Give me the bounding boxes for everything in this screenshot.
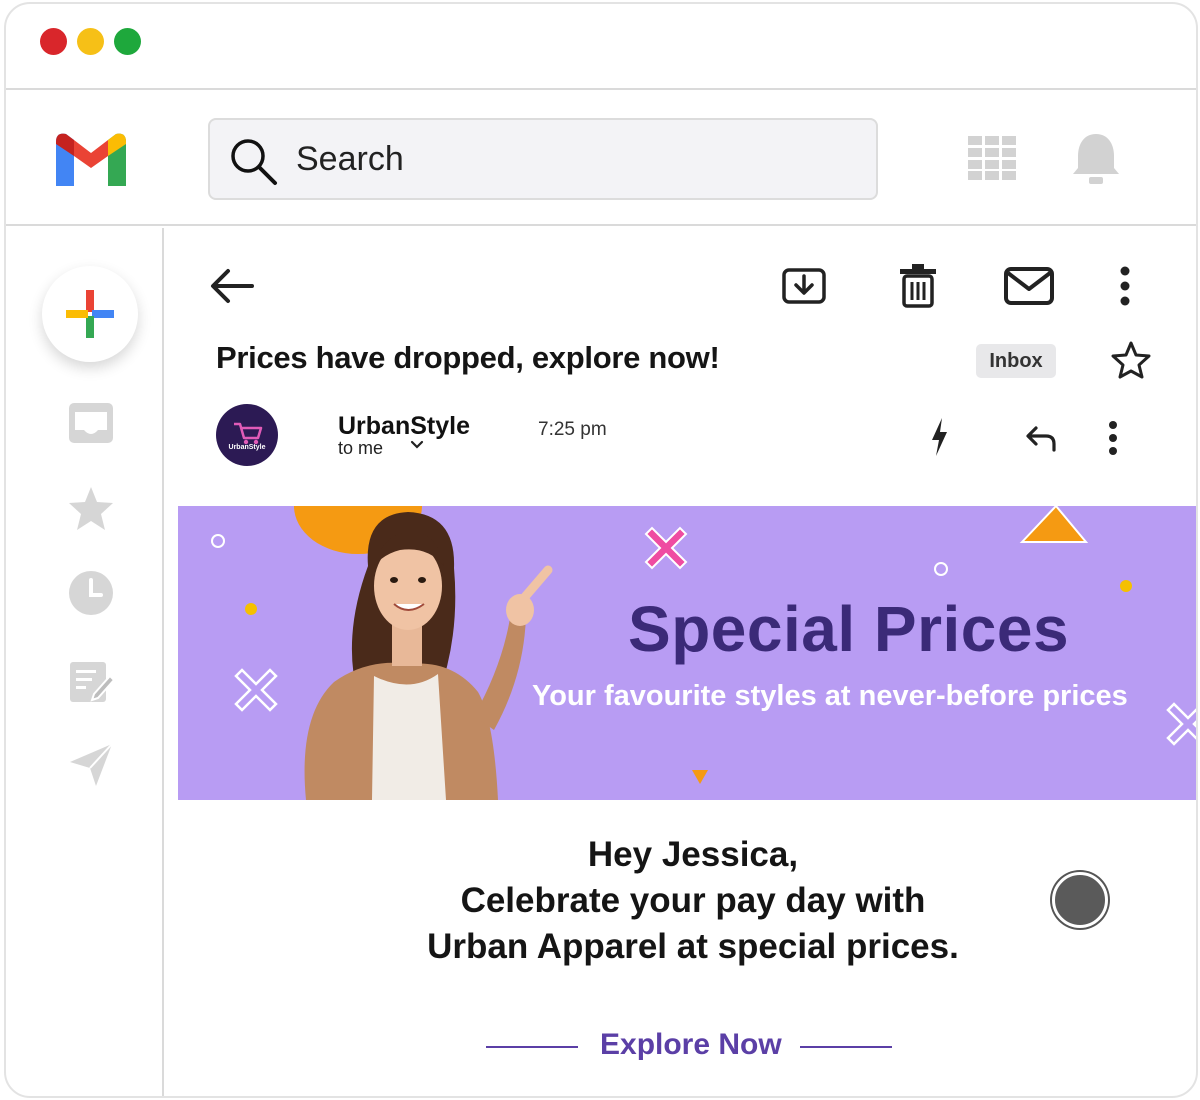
back-arrow-icon[interactable] (208, 266, 254, 306)
avatar-label: UrbanStyle (228, 444, 266, 451)
gmail-logo-icon[interactable] (54, 126, 128, 190)
search-bar[interactable]: Search (208, 118, 878, 200)
greeting-line: Hey Jessica, (587, 835, 799, 874)
explore-now-link[interactable]: Explore Now (600, 1028, 782, 1062)
banner-subtitle: Your favourite styles at never-before pr… (532, 680, 1128, 712)
model-photo-image (304, 512, 553, 800)
chevron-down-icon[interactable] (410, 440, 424, 450)
folder-badge[interactable]: Inbox (976, 344, 1056, 378)
star-toggle-icon[interactable] (1110, 340, 1152, 380)
app-header: Search (6, 92, 1196, 226)
maximize-window-button[interactable] (114, 28, 141, 55)
starred-icon[interactable] (66, 484, 116, 534)
bell-icon[interactable] (1070, 130, 1122, 186)
drafts-icon[interactable] (66, 656, 116, 706)
banner-title: Special Prices (628, 593, 1070, 665)
minimize-window-button[interactable] (77, 28, 104, 55)
close-window-button[interactable] (40, 28, 67, 55)
body-line-2: Celebrate your pay day with (460, 881, 926, 920)
send-icon[interactable] (66, 740, 116, 790)
title-bar (6, 4, 1196, 90)
sidebar (6, 228, 164, 1096)
search-icon[interactable] (228, 136, 280, 188)
inbox-icon[interactable] (66, 398, 116, 448)
cart-logo-icon (234, 422, 263, 445)
trash-icon[interactable] (898, 262, 938, 308)
sender-avatar[interactable]: UrbanStyle (216, 404, 278, 466)
email-body-text: Hey Jessica, Celebrate your pay day with… (166, 832, 1196, 970)
explore-now-cta[interactable]: Explore Now (486, 1026, 896, 1066)
compose-button[interactable] (42, 266, 138, 362)
search-input[interactable]: Search (296, 140, 404, 179)
email-view: Prices have dropped, explore now! Inbox … (166, 228, 1196, 1096)
body-line-3: Urban Apparel at special prices. (427, 927, 959, 966)
archive-icon[interactable] (782, 266, 826, 306)
cta-divider-left (486, 1046, 578, 1048)
more-vert-icon[interactable] (1118, 266, 1132, 306)
sender-name[interactable]: UrbanStyle (338, 412, 470, 441)
promo-banner[interactable]: Special Prices Your favourite styles at … (178, 506, 1196, 800)
message-more-icon[interactable] (1106, 420, 1120, 456)
apps-grid-icon[interactable] (968, 136, 1016, 180)
record-button[interactable] (1052, 872, 1108, 928)
cta-divider-right (800, 1046, 892, 1048)
recipient-label: to me (338, 438, 384, 458)
reply-icon[interactable] (1024, 424, 1058, 452)
browser-window: Search Prices have dropped, explore now!… (4, 2, 1198, 1098)
email-time: 7:25 pm (538, 419, 607, 440)
compose-plus-icon (66, 290, 114, 338)
lightning-icon[interactable] (928, 416, 950, 458)
snoozed-clock-icon[interactable] (66, 568, 116, 618)
mail-icon[interactable] (1004, 266, 1054, 306)
email-subject: Prices have dropped, explore now! (216, 340, 720, 375)
